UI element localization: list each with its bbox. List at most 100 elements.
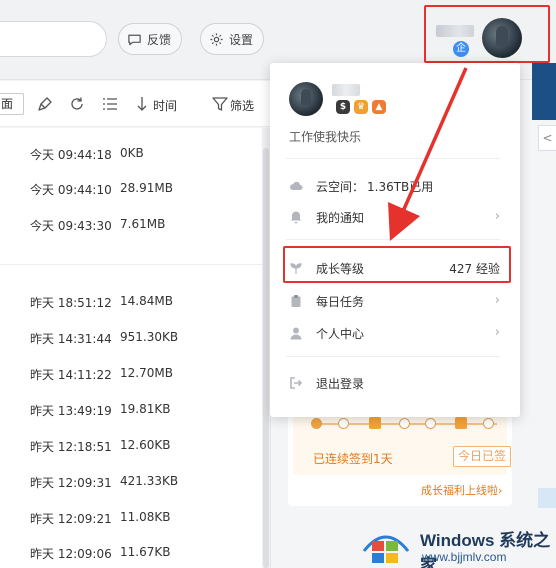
file-size: 11.67KB (120, 545, 171, 559)
file-time: 昨天 14:11:22 (30, 368, 112, 382)
notifications-label: 我的通知 (316, 211, 365, 225)
file-row[interactable]: 今天 09:43:30 7.61MB (0, 217, 262, 237)
file-size: 0KB (120, 146, 144, 160)
menu-divider (286, 158, 500, 159)
medal-icon: $ (336, 100, 350, 114)
profile-label: 个人中心 (316, 327, 365, 341)
file-toolbar: 面 时间 筛选 (0, 81, 270, 127)
file-time: 昨天 13:49:19 (30, 404, 112, 418)
time-sort-label[interactable]: 时间 (153, 97, 177, 114)
refresh-icon[interactable] (68, 95, 86, 113)
sign-streak-text: 已连续签到1天 (313, 452, 393, 466)
clean-brush-icon[interactable] (37, 95, 55, 113)
sign-day (425, 418, 436, 429)
file-size: 951.30KB (120, 330, 179, 344)
collapse-panel-tab[interactable]: < (538, 125, 556, 151)
file-row[interactable]: 昨天 12:09:21 11.08KB (0, 510, 262, 530)
gift-icon (455, 417, 467, 429)
background-window (538, 488, 556, 508)
gift-icon (369, 417, 381, 429)
sign-day (399, 418, 410, 429)
filter-label[interactable]: 筛选 (230, 97, 254, 114)
user-dropdown-menu: $ ♛ ▲ 工作使我快乐 云空间： 1.36TB已用 我的通知 › 成长等级 4… (270, 63, 520, 417)
blurred-username (436, 25, 474, 37)
menu-item-notifications[interactable]: 我的通知 › (270, 203, 520, 231)
file-size: 14.84MB (120, 294, 173, 308)
feedback-label: 反馈 (147, 32, 172, 47)
file-list-scrollbar[interactable] (262, 128, 270, 568)
search-input[interactable] (0, 21, 107, 57)
file-time: 昨天 12:18:51 (30, 440, 112, 454)
file-row[interactable]: 昨天 12:18:51 12.60KB (0, 438, 262, 458)
cloud-storage-item: 云空间： 1.36TB已用 (270, 172, 520, 200)
user-signature: 工作使我快乐 (289, 130, 362, 144)
cloud-icon (289, 181, 303, 190)
file-row[interactable]: 今天 09:44:10 28.91MB (0, 181, 262, 201)
sign-day-done (311, 418, 322, 429)
file-time: 今天 09:44:10 (30, 183, 112, 197)
watermark-url: www.bjjmlv.com (422, 550, 507, 564)
avatar (289, 82, 323, 116)
menu-item-daily-tasks[interactable]: 每日任务 › (270, 287, 520, 315)
watermark: Windows 系统之家 www.bjjmlv.com (360, 517, 556, 568)
bell-icon (291, 211, 301, 224)
sort-down-icon[interactable] (133, 95, 151, 113)
list-view-icon[interactable] (101, 95, 119, 113)
file-size: 7.61MB (120, 217, 166, 231)
signed-today-button[interactable]: 今日已签 (453, 446, 511, 467)
view-tag[interactable]: 面 (0, 93, 24, 115)
file-row[interactable]: 昨天 13:49:19 19.81KB (0, 402, 262, 422)
file-size: 11.08KB (120, 510, 171, 524)
filter-icon[interactable] (211, 95, 229, 113)
settings-button[interactable]: 设置 (200, 23, 265, 55)
sign-in-card: 已连续签到1天 今日已签 成长福利上线啦› (288, 411, 512, 506)
file-size: 421.33KB (120, 474, 179, 488)
clipboard-icon (291, 295, 301, 307)
file-row[interactable]: 昨天 14:31:44 951.30KB (0, 330, 262, 350)
file-time: 今天 09:44:18 (30, 148, 112, 162)
right-edge-strip: < (532, 63, 556, 568)
background-window (532, 63, 556, 120)
feedback-button[interactable]: 反馈 (118, 23, 183, 55)
file-time: 今天 09:43:30 (30, 219, 112, 233)
file-time: 昨天 12:09:21 (30, 512, 112, 526)
chevron-right-icon: › (494, 325, 500, 340)
chat-bubble-icon (128, 34, 141, 45)
sign-in-progress: 已连续签到1天 今日已签 (293, 415, 511, 475)
menu-item-logout[interactable]: 退出登录 (270, 369, 520, 397)
group-divider (0, 264, 262, 265)
menu-divider (286, 239, 500, 240)
growth-benefit-link[interactable]: 成长福利上线啦› (421, 482, 502, 498)
person-icon (290, 327, 302, 340)
sign-day (483, 418, 494, 429)
avatar[interactable] (482, 18, 522, 58)
sign-day (338, 418, 349, 429)
medal-icon: ▲ (372, 100, 386, 114)
file-time: 昨天 12:09:06 (30, 547, 112, 561)
enterprise-badge: 企 (453, 41, 469, 57)
cloud-label: 云空间： (316, 180, 365, 194)
logout-icon (290, 377, 303, 389)
file-row[interactable]: 昨天 12:09:06 11.67KB (0, 545, 262, 565)
chevron-right-icon: › (494, 293, 500, 308)
file-row[interactable]: 昨天 12:09:31 421.33KB (0, 474, 262, 494)
scroll-thumb[interactable] (263, 148, 269, 568)
file-size: 19.81KB (120, 402, 171, 416)
settings-label: 设置 (229, 32, 254, 47)
menu-item-profile[interactable]: 个人中心 › (270, 319, 520, 347)
user-account-area[interactable]: 企 (424, 5, 550, 63)
file-row[interactable]: 今天 09:44:18 0KB (0, 146, 262, 166)
file-time: 昨天 12:09:31 (30, 476, 112, 490)
windows-logo-icon (362, 535, 410, 563)
menu-divider (286, 356, 500, 357)
logout-label: 退出登录 (316, 377, 365, 391)
file-size: 28.91MB (120, 181, 173, 195)
file-row[interactable]: 昨天 18:51:12 14.84MB (0, 294, 262, 314)
daily-tasks-label: 每日任务 (316, 295, 365, 309)
cloud-usage: 1.36TB已用 (367, 180, 434, 194)
highlight-box (283, 246, 511, 283)
file-row[interactable]: 昨天 14:11:22 12.70MB (0, 366, 262, 386)
chevron-right-icon: › (494, 209, 500, 224)
file-time: 昨天 14:31:44 (30, 332, 112, 346)
file-time: 昨天 18:51:12 (30, 296, 112, 310)
